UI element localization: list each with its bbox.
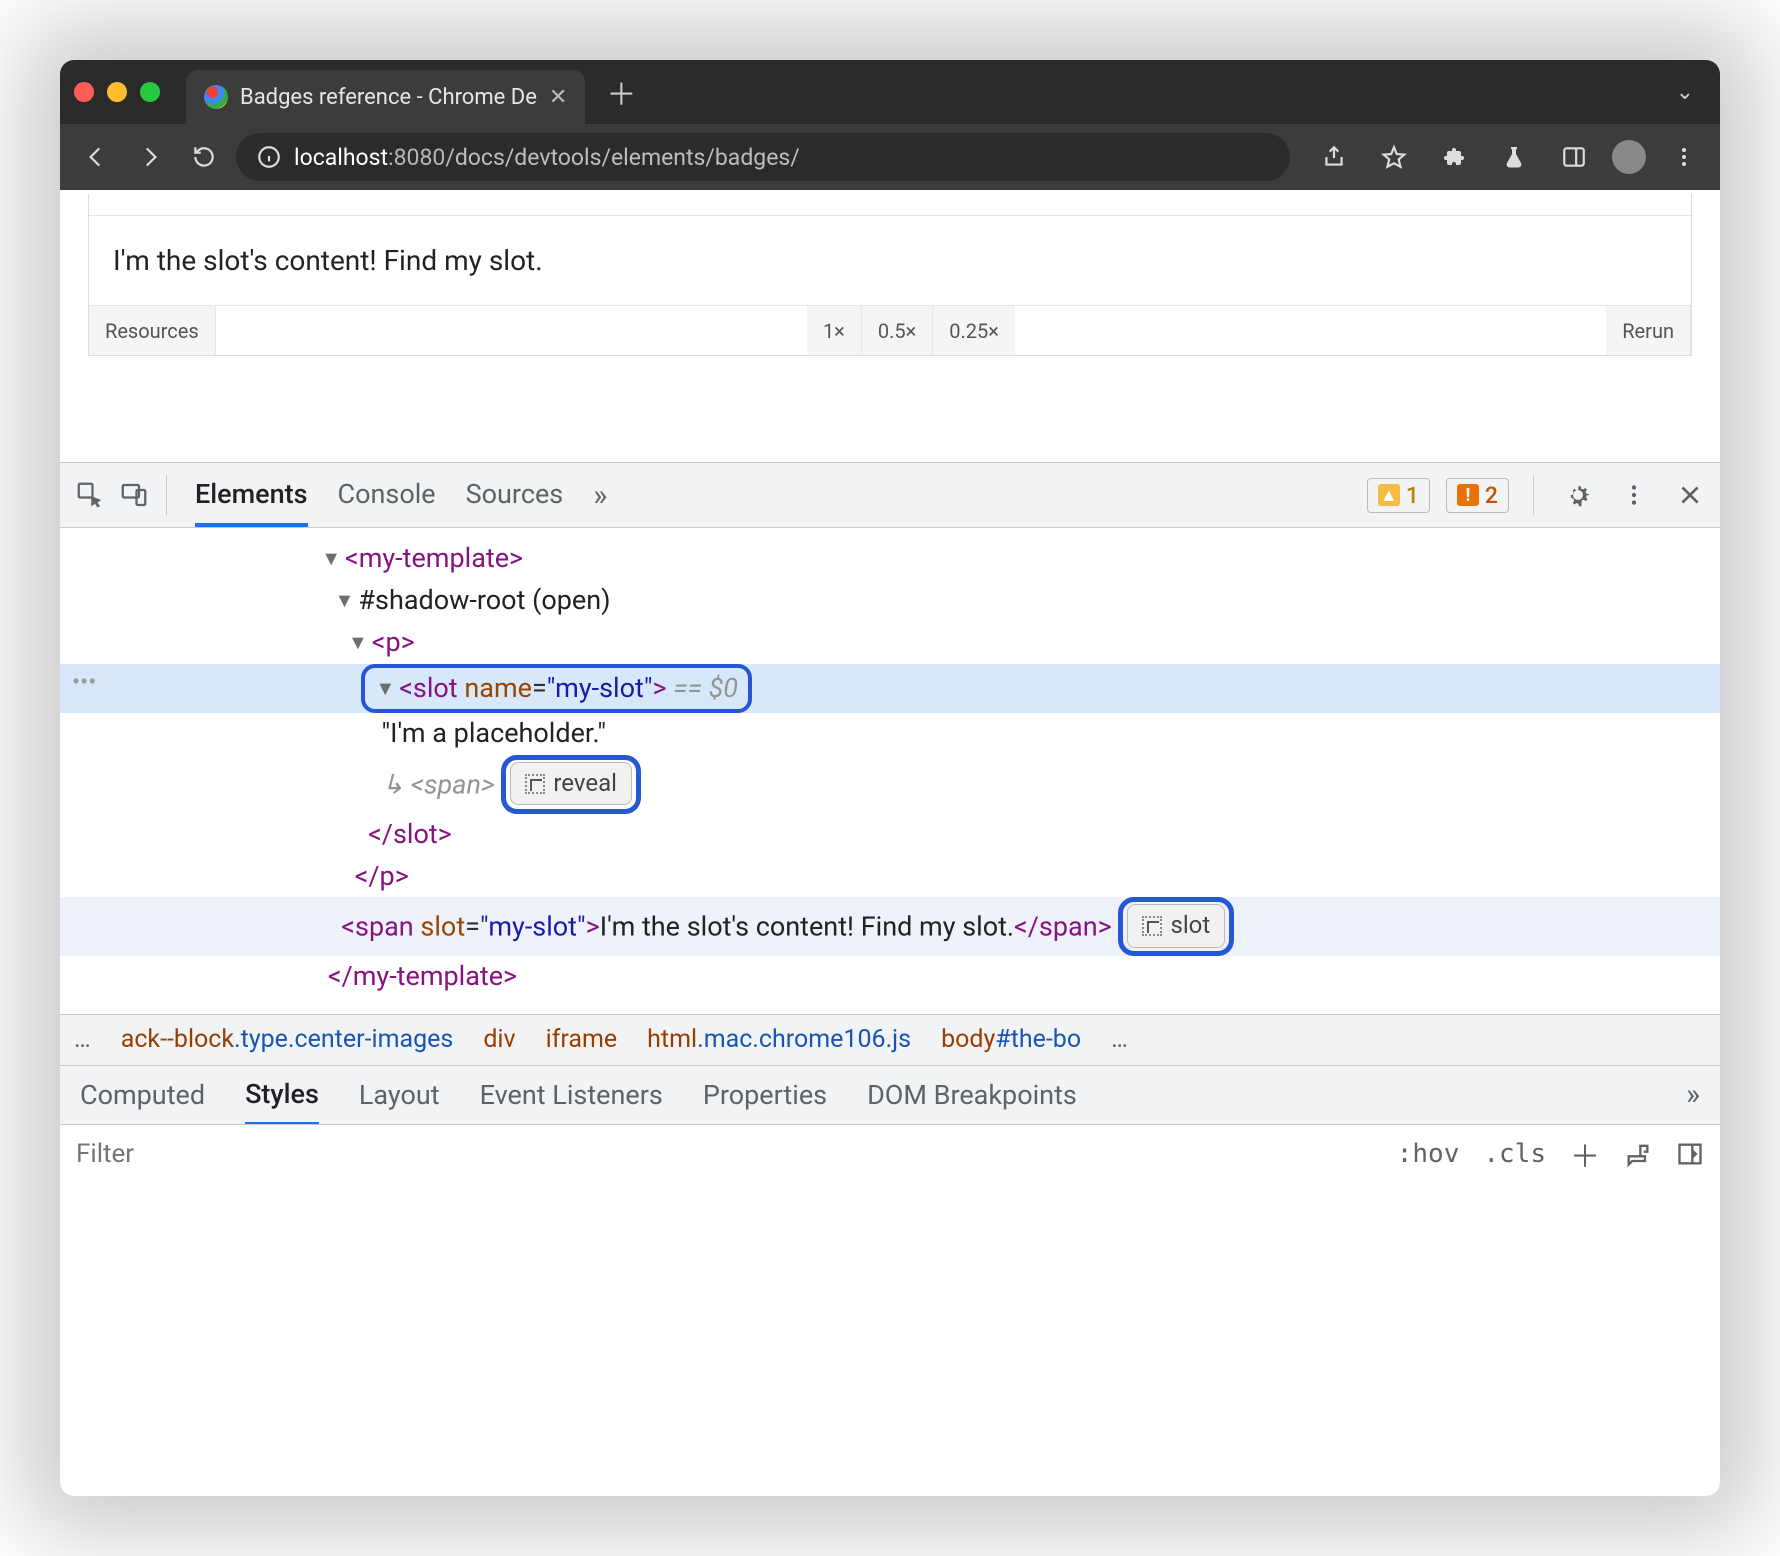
errors-badge[interactable]: !2 — [1446, 478, 1509, 513]
page-content: I'm the slot's content! Find my slot. Re… — [60, 190, 1720, 462]
subtab-computed[interactable]: Computed — [80, 1079, 205, 1111]
subtab-layout[interactable]: Layout — [359, 1079, 440, 1111]
warnings-badge[interactable]: ▲1 — [1367, 478, 1430, 513]
dom-node[interactable]: </slot> — [60, 814, 1720, 856]
styles-subtabs: Computed Styles Layout Event Listeners P… — [60, 1066, 1720, 1124]
url-port: :8080 — [388, 144, 445, 171]
settings-gear-icon[interactable] — [1558, 475, 1598, 515]
resources-button[interactable]: Resources — [89, 306, 216, 355]
browser-menu-icon[interactable] — [1662, 135, 1706, 179]
breadcrumb-item[interactable]: body#the-bo — [941, 1025, 1081, 1054]
browser-tab[interactable]: Badges reference - Chrome De ✕ — [186, 70, 585, 124]
profile-avatar-icon[interactable] — [1612, 140, 1646, 174]
forward-button[interactable] — [128, 135, 172, 179]
traffic-lights — [74, 82, 160, 102]
dom-slotted-span[interactable]: <span slot="my-slot">I'm the slot's cont… — [60, 897, 1720, 955]
dom-node[interactable]: </my-template> — [60, 956, 1720, 998]
zoom-025x-button[interactable]: 0.25× — [933, 306, 1015, 355]
sidepanel-icon[interactable] — [1552, 135, 1596, 179]
dom-span-reveal[interactable]: ↳ <span> reveal — [60, 755, 1720, 813]
subtab-event-listeners[interactable]: Event Listeners — [480, 1079, 663, 1111]
rerun-button[interactable]: Rerun — [1606, 306, 1691, 355]
new-style-rule-icon[interactable]: ＋ — [1570, 1132, 1600, 1176]
tabs-overflow-icon[interactable]: » — [593, 478, 607, 513]
devtools-menu-icon[interactable] — [1614, 475, 1654, 515]
breadcrumb-item[interactable]: iframe — [546, 1025, 618, 1054]
styles-filter-row: :hov .cls ＋ — [60, 1124, 1720, 1184]
breadcrumb-item[interactable]: div — [483, 1025, 515, 1054]
url-host: localhost — [294, 144, 388, 171]
subtab-dom-breakpoints[interactable]: DOM Breakpoints — [867, 1079, 1077, 1111]
back-button[interactable] — [74, 135, 118, 179]
tab-title: Badges reference - Chrome De — [240, 85, 537, 110]
zoom-05x-button[interactable]: 0.5× — [862, 306, 933, 355]
new-tab-button[interactable]: ＋ — [599, 70, 643, 114]
dom-node[interactable]: ▼<my-template> — [60, 538, 1720, 580]
devtools-header: Elements Console Sources » ▲1 !2 — [60, 462, 1720, 528]
toggle-computed-sidebar-icon[interactable] — [1676, 1140, 1704, 1168]
close-window-icon[interactable] — [74, 82, 94, 102]
subtab-properties[interactable]: Properties — [703, 1079, 827, 1111]
labs-icon[interactable] — [1492, 135, 1536, 179]
breadcrumb-overflow-left[interactable]: … — [74, 1025, 91, 1054]
tabs-dropdown-icon[interactable]: ⌄ — [1676, 80, 1706, 105]
dom-node[interactable]: ▼#shadow-root (open) — [60, 580, 1720, 622]
share-icon[interactable] — [1312, 135, 1356, 179]
inspect-element-icon[interactable] — [70, 475, 110, 515]
address-bar[interactable]: localhost:8080/docs/devtools/elements/ba… — [236, 133, 1290, 181]
hov-toggle[interactable]: :hov — [1397, 1139, 1460, 1169]
extensions-icon[interactable] — [1432, 135, 1476, 179]
breadcrumb-item[interactable]: html.mac.chrome106.js — [647, 1025, 911, 1054]
tab-elements[interactable]: Elements — [195, 478, 308, 527]
info-icon[interactable] — [256, 144, 282, 170]
slot-badge[interactable]: slot — [1127, 904, 1225, 947]
tab-console[interactable]: Console — [338, 478, 436, 513]
styles-filter-input[interactable] — [76, 1139, 276, 1169]
dom-text-node[interactable]: "I'm a placeholder." — [60, 713, 1720, 755]
cls-toggle[interactable]: .cls — [1483, 1139, 1546, 1169]
reload-button[interactable] — [182, 135, 226, 179]
url-path: /docs/devtools/elements/badges/ — [445, 144, 799, 171]
tab-sources[interactable]: Sources — [466, 478, 564, 513]
slot-icon — [1142, 916, 1162, 936]
close-devtools-icon[interactable] — [1670, 475, 1710, 515]
window-titlebar: Badges reference - Chrome De ✕ ＋ ⌄ — [60, 60, 1720, 124]
reveal-icon — [525, 774, 545, 794]
page-demo-text: I'm the slot's content! Find my slot. — [89, 216, 1691, 305]
minimize-window-icon[interactable] — [107, 82, 127, 102]
close-tab-icon[interactable]: ✕ — [549, 85, 567, 110]
subtab-styles[interactable]: Styles — [245, 1078, 319, 1126]
browser-toolbar: localhost:8080/docs/devtools/elements/ba… — [60, 124, 1720, 190]
dom-tree-panel: ▼<my-template> ▼#shadow-root (open) ▼<p>… — [60, 528, 1720, 1014]
device-toggle-icon[interactable] — [114, 475, 154, 515]
breadcrumb-overflow-right[interactable]: … — [1111, 1025, 1128, 1054]
dom-breadcrumb[interactable]: … ack--blockack--block.type.center-image… — [60, 1014, 1720, 1066]
chrome-favicon-icon — [204, 85, 228, 109]
dom-node-selected-slot[interactable]: ••• ▼<slot name="my-slot"> == $0 — [60, 664, 1720, 714]
subtabs-overflow-icon[interactable]: » — [1686, 1077, 1700, 1112]
dom-node[interactable]: ▼<p> — [60, 622, 1720, 664]
zoom-1x-button[interactable]: 1× — [807, 306, 862, 355]
reveal-badge[interactable]: reveal — [510, 762, 632, 805]
dom-node[interactable]: </p> — [60, 856, 1720, 898]
paint-brush-icon[interactable] — [1624, 1140, 1652, 1168]
bookmark-icon[interactable] — [1372, 135, 1416, 179]
maximize-window-icon[interactable] — [140, 82, 160, 102]
